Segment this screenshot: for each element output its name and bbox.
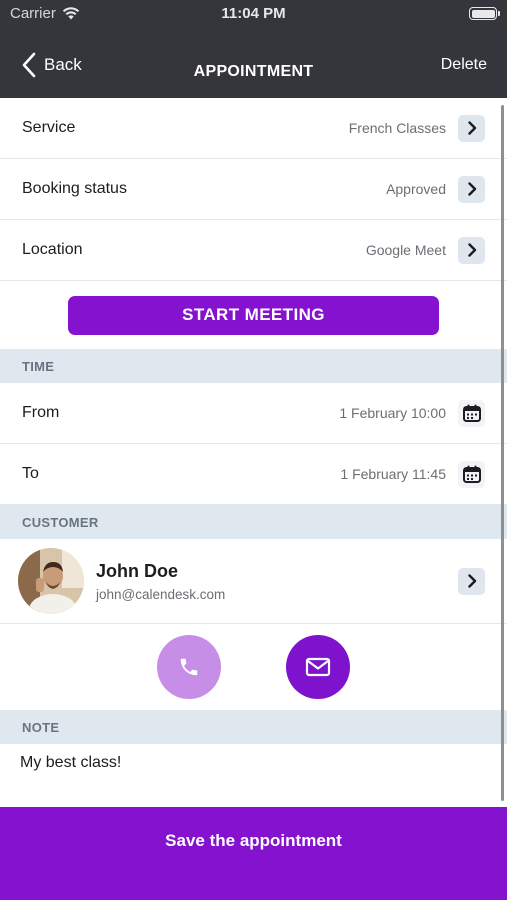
time-section-header: TIME bbox=[0, 349, 507, 383]
to-calendar-button[interactable] bbox=[458, 460, 485, 488]
phone-icon bbox=[180, 658, 198, 676]
location-value: Google Meet bbox=[365, 242, 446, 258]
service-row[interactable]: Service French Classes bbox=[0, 98, 507, 159]
booking-status-label: Booking status bbox=[22, 180, 127, 197]
avatar bbox=[18, 548, 84, 614]
chevron-right-icon bbox=[467, 121, 476, 135]
mail-icon bbox=[305, 657, 331, 677]
to-value: 1 February 11:45 bbox=[340, 466, 446, 482]
location-row[interactable]: Location Google Meet bbox=[0, 220, 507, 281]
chevron-right-icon bbox=[467, 574, 476, 588]
scrollbar[interactable] bbox=[501, 105, 504, 801]
to-label: To bbox=[22, 465, 39, 482]
from-calendar-button[interactable] bbox=[458, 399, 485, 427]
start-meeting-area: START MEETING bbox=[0, 281, 507, 349]
chevron-right-icon bbox=[467, 243, 476, 257]
customer-chevron-button[interactable] bbox=[458, 567, 485, 595]
email-button[interactable] bbox=[286, 635, 350, 699]
customer-name: John Doe bbox=[96, 560, 179, 581]
customer-row[interactable]: John Doe john@calendesk.com bbox=[0, 539, 507, 624]
booking-status-chevron-button[interactable] bbox=[458, 175, 485, 203]
customer-email: john@calendesk.com bbox=[96, 586, 226, 602]
chevron-right-icon bbox=[467, 182, 476, 196]
booking-status-row[interactable]: Booking status Approved bbox=[0, 159, 507, 220]
call-button[interactable] bbox=[157, 635, 221, 699]
status-time: 11:04 PM bbox=[221, 5, 286, 22]
note-section-header: NOTE bbox=[0, 710, 507, 744]
location-label: Location bbox=[22, 241, 83, 258]
save-appointment-button[interactable]: Save the appointment bbox=[0, 807, 507, 900]
start-meeting-button[interactable]: START MEETING bbox=[68, 295, 439, 335]
customer-info: John Doe john@calendesk.com bbox=[96, 561, 458, 602]
booking-status-value: Approved bbox=[386, 181, 446, 197]
to-row[interactable]: To 1 February 11:45 bbox=[0, 444, 507, 505]
from-row[interactable]: From 1 February 10:00 bbox=[0, 383, 507, 444]
top-bar: Carrier 11:04 PM Back APPOINTMENT Delete bbox=[0, 0, 507, 98]
service-chevron-button[interactable] bbox=[458, 114, 485, 142]
location-chevron-button[interactable] bbox=[458, 236, 485, 264]
page-title: APPOINTMENT bbox=[193, 63, 314, 80]
customer-section-header: CUSTOMER bbox=[0, 505, 507, 539]
calendar-icon bbox=[462, 404, 481, 422]
battery-icon bbox=[469, 7, 500, 20]
note-field[interactable]: My best class! bbox=[0, 744, 507, 782]
service-label: Service bbox=[22, 119, 76, 136]
service-value: French Classes bbox=[348, 120, 446, 136]
appointment-form: Service French Classes Booking status Ap… bbox=[0, 98, 507, 808]
from-value: 1 February 10:00 bbox=[339, 405, 446, 421]
contact-actions bbox=[0, 624, 507, 710]
calendar-icon bbox=[462, 465, 481, 483]
from-label: From bbox=[22, 404, 60, 421]
status-bar: Carrier 11:04 PM bbox=[0, 0, 507, 30]
delete-button[interactable]: Delete bbox=[441, 56, 487, 74]
